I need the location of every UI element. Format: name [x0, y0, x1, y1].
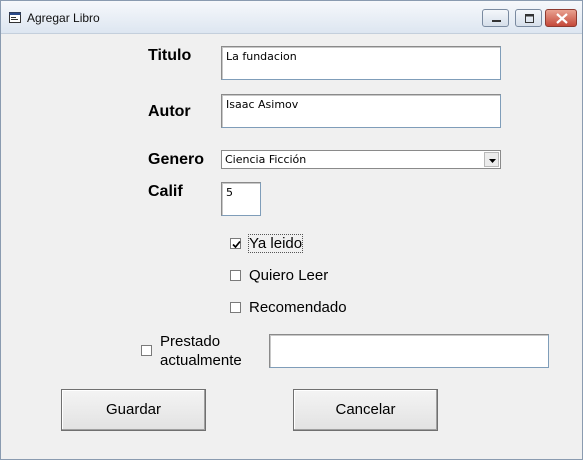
prestado-input[interactable] [269, 334, 549, 368]
minimize-button[interactable] [482, 9, 509, 27]
calif-label: Calif [148, 183, 183, 200]
chevron-down-icon [489, 159, 496, 163]
prestado-label-line2: actualmente [160, 352, 242, 369]
ya-leido-label: Ya leido [247, 234, 304, 253]
quiero-leer-checkbox-box[interactable] [230, 270, 241, 281]
genero-label: Genero [148, 151, 205, 168]
title-bar[interactable]: Agregar Libro [1, 1, 582, 34]
agregar-libro-window: Agregar Libro Titulo La fundacion Autor … [0, 0, 583, 460]
close-icon [556, 13, 568, 24]
calif-input[interactable]: 5 [221, 182, 261, 216]
checkmark-icon [232, 240, 241, 249]
recomendado-checkbox-box[interactable] [230, 302, 241, 313]
cancelar-button[interactable]: Cancelar [293, 389, 438, 431]
titulo-label: Titulo [148, 47, 192, 64]
autor-label: Autor [148, 103, 191, 120]
ya-leido-checkbox-box[interactable] [230, 238, 241, 249]
minimize-icon [492, 20, 501, 22]
guardar-button[interactable]: Guardar [61, 389, 206, 431]
recomendado-label: Recomendado [249, 299, 347, 316]
genero-dropdown-button[interactable] [484, 152, 499, 167]
form-window-icon [9, 12, 21, 23]
autor-input[interactable]: Isaac Asimov [221, 94, 501, 128]
maximize-icon [525, 14, 534, 23]
genero-select[interactable]: Ciencia Ficción [221, 150, 501, 169]
titulo-input[interactable]: La fundacion [221, 46, 501, 80]
prestado-checkbox[interactable]: Prestado actualmente [141, 333, 261, 382]
prestado-checkbox-box[interactable] [141, 345, 152, 356]
form-area: Titulo La fundacion Autor Isaac Asimov G… [1, 35, 582, 459]
close-button[interactable] [545, 9, 577, 27]
window-title: Agregar Libro [27, 11, 100, 25]
maximize-button[interactable] [515, 9, 542, 27]
quiero-leer-label: Quiero Leer [249, 267, 329, 284]
prestado-label-line1: Prestado [160, 333, 221, 350]
genero-selected-value: Ciencia Ficción [225, 153, 307, 166]
